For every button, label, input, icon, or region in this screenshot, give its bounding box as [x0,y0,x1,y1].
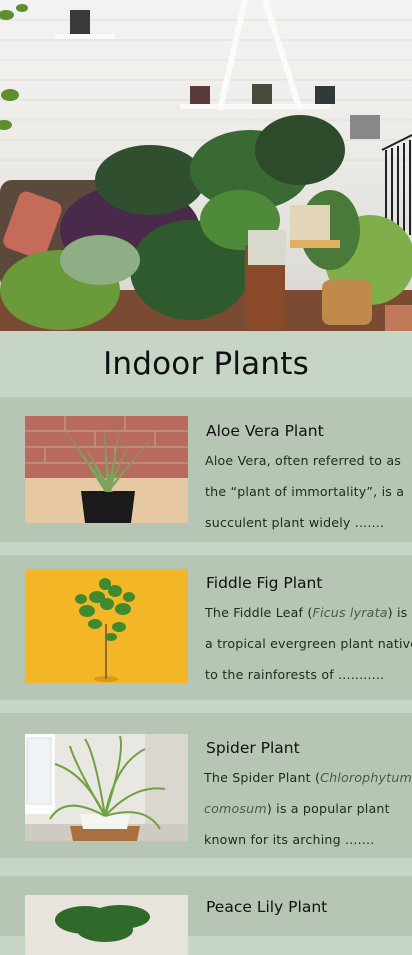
plant-name: Fiddle Fig Plant [206,574,323,592]
plant-card-peace-lily[interactable]: Peace Lily Plant [0,876,412,955]
desc-text: ) is [387,605,408,620]
desc-line: Aloe Vera, often referred to as [205,453,402,468]
desc-line: The Fiddle Leaf (Ficus lyrata) is [205,597,410,628]
spider-plant-photo [25,734,188,841]
desc-line: succulent plant widely ....... [205,515,385,530]
plant-description: Aloe Vera, often referred to as the “pla… [205,445,410,538]
desc-text: ) is a popular plant [266,801,390,816]
plant-name: Aloe Vera Plant [206,422,324,440]
desc-text: The Fiddle Leaf ( [205,605,313,620]
desc-line: to the rainforests of ........... [205,667,385,682]
title-band: Indoor Plants [0,331,412,397]
aloe-vera-photo [25,416,188,523]
desc-text: The Spider Plant ( [204,770,321,785]
desc-scientific-name: Ficus lyrata [312,605,388,620]
plants-banner-icon [0,0,412,331]
page-title: Indoor Plants [103,346,309,382]
plant-card-aloe-vera[interactable]: Aloe Vera Plant Aloe Vera, often referre… [0,397,412,542]
desc-line: a tropical evergreen plant native [205,636,412,651]
desc-line: the “plant of immortality”, is a [205,484,405,499]
hero-banner [0,0,412,331]
fiddle-fig-photo [25,569,188,683]
desc-line: The Spider Plant (Chlorophytum- [204,762,412,793]
plant-card-spider-plant[interactable]: Spider Plant The Spider Plant (Chlorophy… [0,713,412,858]
plant-name: Peace Lily Plant [206,898,328,916]
desc-line: known for its arching ....... [204,832,375,847]
desc-line: comosum) is a popular plant [204,793,409,824]
desc-scientific-name: Chlorophytum- [320,770,412,785]
desc-scientific-name: comosum [204,801,267,816]
plant-name: Spider Plant [206,739,300,757]
peace-lily-photo [25,895,188,955]
plant-description: The Fiddle Leaf (Ficus lyrata) is a trop… [205,597,412,690]
plant-card-fiddle-fig[interactable]: Fiddle Fig Plant The Fiddle Leaf (Ficus … [0,555,412,700]
plant-description: The Spider Plant (Chlorophytum- comosum)… [204,762,412,855]
